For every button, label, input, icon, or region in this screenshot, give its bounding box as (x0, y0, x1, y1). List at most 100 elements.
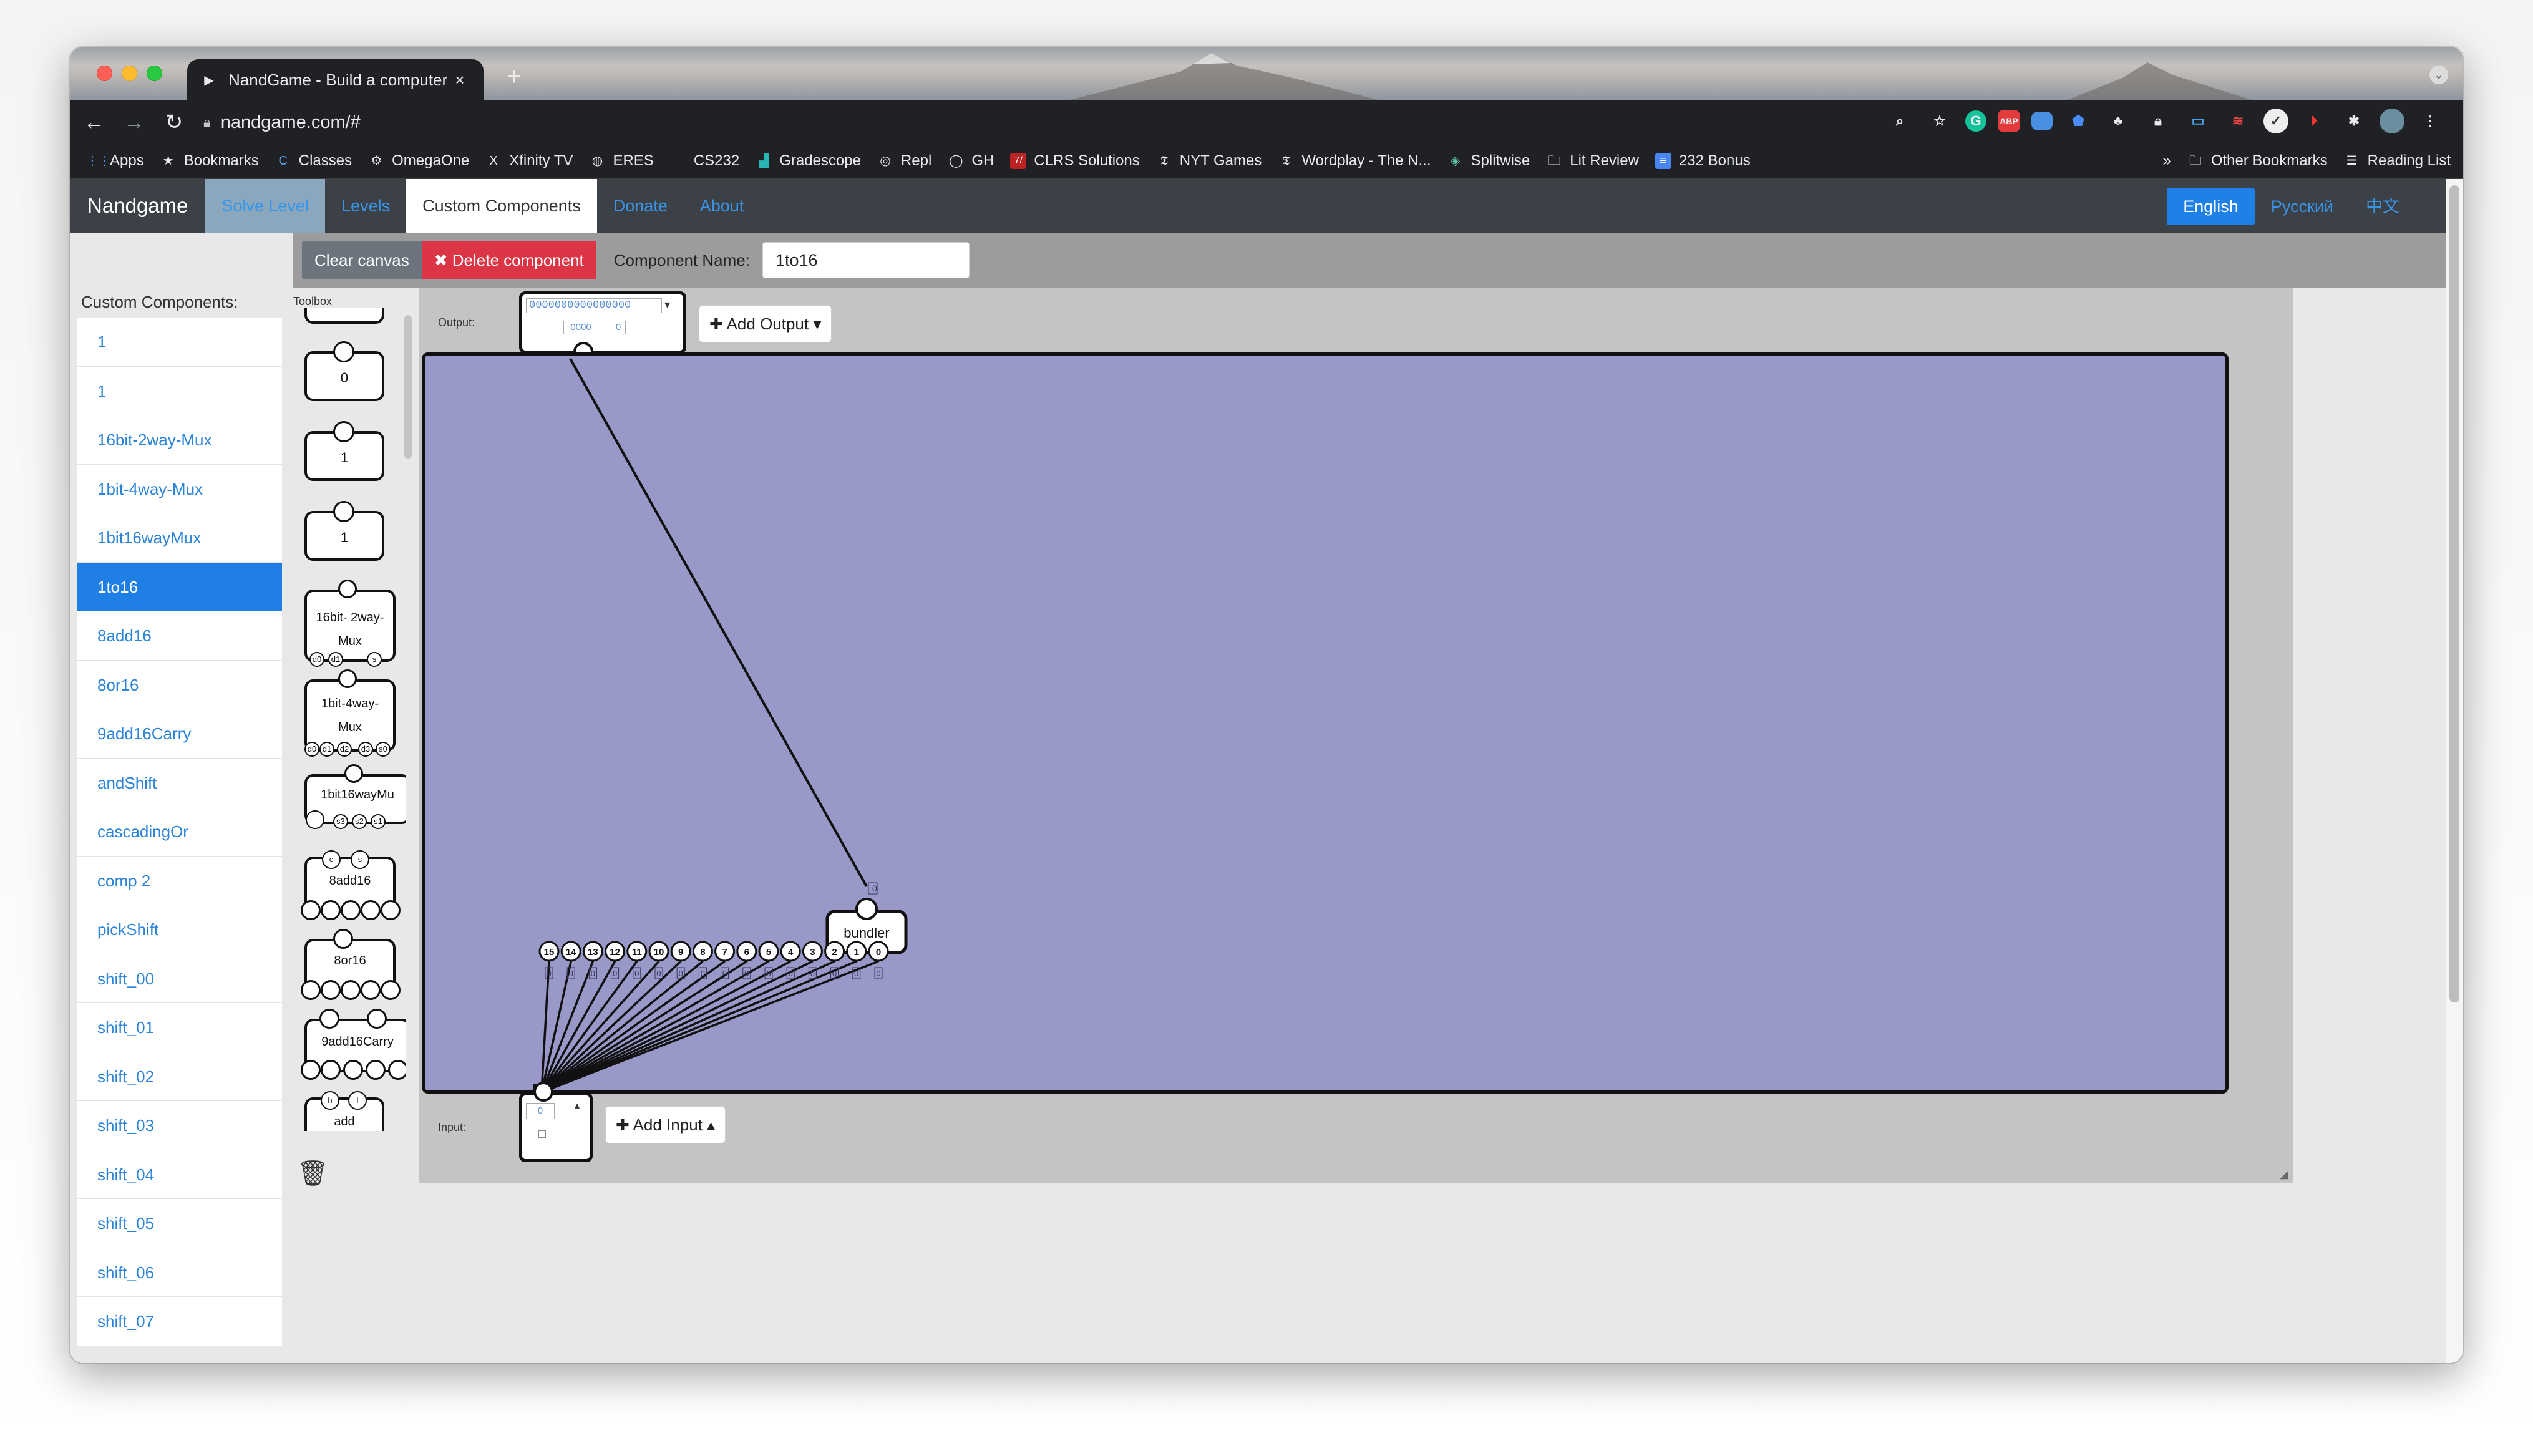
avatar[interactable] (2380, 109, 2404, 133)
grammarly-icon[interactable]: G (1965, 110, 1986, 132)
lock-ext-icon[interactable]: 🔒︎ (2144, 107, 2172, 135)
back-arrow-icon[interactable]: ← (79, 107, 110, 138)
tab-search-icon[interactable]: ⌄ (2429, 66, 2448, 84)
component-name-input[interactable]: 1to16 (762, 242, 970, 278)
sidebar-item[interactable]: shift_03 (77, 1101, 282, 1150)
extensions-puzzle-icon[interactable]: ✱ (2340, 107, 2368, 135)
sidebar-item[interactable]: 8add16 (77, 611, 282, 661)
bookmark-gh[interactable]: ◯ GH (948, 152, 994, 170)
toolbox-scrollbar[interactable] (404, 315, 412, 459)
new-tab-button[interactable]: + (500, 63, 528, 90)
monitor-icon[interactable]: ▭ (2184, 107, 2212, 135)
bookmark-omegaone[interactable]: ⚙ OmegaOne (368, 152, 469, 170)
toolbox-item-one-16[interactable]: 1 (304, 501, 384, 561)
sidebar-item[interactable]: shift_05 (77, 1199, 282, 1248)
toolbox-item-add[interactable]: h l add a b (304, 1091, 384, 1131)
input-pin[interactable] (533, 1082, 553, 1102)
toolbox-item-8add16[interactable]: c s 8add16 (301, 850, 401, 920)
sidebar-item[interactable]: 1bit-4way-Mux (77, 464, 282, 513)
puzzle-green-icon[interactable]: ♣ (2104, 107, 2132, 135)
input-value[interactable]: 0 (526, 1103, 555, 1119)
reload-icon[interactable]: ↻ (158, 107, 190, 138)
bookmark-bookmarks[interactable]: ★ Bookmarks (160, 152, 259, 170)
bookmark-232-bonus[interactable]: ≡ 232 Bonus (1655, 152, 1751, 170)
bookmarks-overflow-icon[interactable]: » (2162, 152, 2171, 170)
zoom-icon[interactable]: ⌕ (1885, 107, 1914, 135)
browser-tab[interactable]: ▶ NandGame - Build a computer × (187, 59, 484, 100)
bookmark-cs232[interactable]: CS232 (670, 152, 739, 170)
toolbox-item-zero[interactable]: 0 (304, 341, 384, 401)
delete-component-button[interactable]: ✖ Delete component (421, 241, 596, 279)
sidebar-item[interactable]: 1 (77, 318, 282, 367)
bookmark-apps[interactable]: ⋮⋮ Apps (86, 152, 144, 170)
stack-icon[interactable]: ≋ (2224, 107, 2252, 135)
lang-english[interactable]: English (2167, 188, 2255, 225)
sidebar-item[interactable]: pickShift (77, 905, 282, 954)
toolbox-item-partial[interactable] (304, 308, 384, 324)
screen-icon[interactable] (2031, 112, 2053, 130)
forward-arrow-icon[interactable]: → (119, 107, 150, 138)
brand[interactable]: Nandgame (70, 194, 205, 218)
tab-custom-components[interactable]: Custom Components (406, 179, 597, 233)
scrollbar-thumb[interactable] (2449, 185, 2459, 1002)
toolbox-item-16bit-2way-mux[interactable]: 16bit- 2way-Mux d0 d1 s (304, 580, 396, 667)
sidebar-item[interactable]: 16bit-2way-Mux (77, 415, 282, 465)
toolbox-item-9add16carry[interactable]: 9add16Carry (301, 1009, 406, 1080)
bookmark-gradescope[interactable]: ▟ Gradescope (756, 152, 861, 170)
tab-close-icon[interactable]: × (451, 70, 469, 90)
sidebar-item[interactable]: cascadingOr (77, 807, 282, 857)
sidebar-item[interactable]: 8or16 (77, 660, 282, 709)
reading-list[interactable]: ☰ Reading List (2344, 152, 2451, 170)
toolbox-item-8or16[interactable]: 8or16 (301, 929, 401, 1000)
kebab-menu-icon[interactable]: ⋮ (2416, 107, 2444, 135)
tab-solve-level[interactable]: Solve Level (205, 179, 326, 233)
address-bar[interactable]: 🔒︎ nandgame.com/# (203, 112, 361, 133)
caret-up-icon[interactable]: ▴ (575, 1099, 580, 1112)
minimize-window-button[interactable] (122, 66, 137, 81)
bookmark-xfinity[interactable]: X Xfinity TV (485, 152, 573, 170)
check-circle-icon[interactable]: ✓ (2263, 109, 2288, 133)
tab-donate[interactable]: Donate (597, 179, 684, 233)
close-window-button[interactable] (97, 66, 112, 81)
bookmark-eres[interactable]: ◍ ERES (589, 152, 654, 170)
sidebar-item[interactable]: shift_00 (77, 954, 282, 1003)
lang-chinese[interactable]: 中文 (2350, 188, 2416, 225)
bookmark-lit-review[interactable]: 🗀 Lit Review (1546, 152, 1639, 170)
bookmark-classes[interactable]: C Classes (275, 152, 352, 170)
trash-icon[interactable]: 🗑︎ (297, 1158, 329, 1188)
bookmark-clrs[interactable]: 7/CLRS Solutions (1010, 152, 1140, 170)
adblock-icon[interactable]: ABP (1998, 110, 2020, 132)
play-circle-icon[interactable]: ⏵ (2300, 107, 2328, 135)
bookmark-repl[interactable]: ◎ Repl (877, 152, 931, 170)
sidebar-item[interactable]: 1bit16wayMux (77, 513, 282, 563)
sidebar-item[interactable]: comp 2 (77, 856, 282, 905)
clear-canvas-button[interactable]: Clear canvas (302, 241, 422, 279)
input-node[interactable]: 0 ▴ (519, 1082, 593, 1162)
bookmark-nyt[interactable]: 𝕿 NYT Games (1156, 152, 1262, 170)
sidebar-item[interactable]: 9add16Carry (77, 709, 282, 759)
star-icon[interactable]: ☆ (1925, 107, 1954, 135)
toolbox-item-one[interactable]: 1 (304, 421, 384, 481)
lang-russian[interactable]: Русский (2255, 188, 2350, 225)
sidebar-item[interactable]: shift_02 (77, 1052, 282, 1101)
sidebar-item[interactable]: shift_04 (77, 1150, 282, 1199)
sidebar-item[interactable]: shift_06 (77, 1248, 282, 1297)
input-checkbox[interactable] (538, 1130, 546, 1138)
bookmark-splitwise[interactable]: ◈ Splitwise (1447, 152, 1530, 170)
sidebar-item[interactable]: 1to16 (77, 562, 282, 611)
page-scrollbar[interactable] (2446, 179, 2463, 1363)
sidebar-item[interactable]: 1 (77, 366, 282, 415)
tab-about[interactable]: About (684, 179, 761, 233)
sidebar-item[interactable]: andShift (77, 758, 282, 807)
bookmark-wordplay[interactable]: 𝕿 Wordplay - The N... (1278, 152, 1431, 170)
other-bookmarks[interactable]: 🗀 Other Bookmarks (2187, 152, 2328, 170)
maximize-window-button[interactable] (147, 66, 162, 81)
shield-icon[interactable]: ⬟ (2064, 107, 2093, 135)
toolbox-item-1bit16waymux[interactable]: 1bit16wayMu s3 s2 s1 (304, 764, 406, 829)
sidebar-item[interactable]: shift_01 (77, 1003, 282, 1052)
toolbox-item-1bit-4way-mux[interactable]: 1bit-4way- Mux d0 d1 d2 d3 s0 (304, 669, 396, 757)
resize-handle-icon[interactable]: ◢ (2280, 1168, 2288, 1181)
add-input-button[interactable]: ✚ Add Input ▴ (605, 1106, 726, 1143)
tab-levels[interactable]: Levels (325, 179, 406, 233)
sidebar-item[interactable]: shift_07 (77, 1297, 282, 1346)
